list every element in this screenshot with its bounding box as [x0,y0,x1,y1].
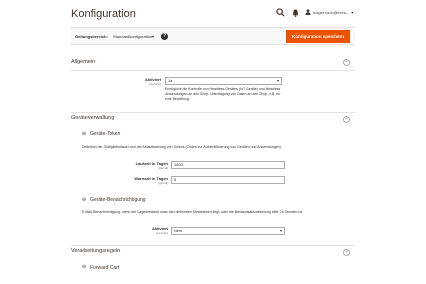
group-description: Definition der Gültigkeitsdauer und der … [82,145,282,149]
collapse-icon[interactable]: − [343,249,350,256]
field-note: Ermöglicht die Kontrolle von Headless-Ge… [165,87,281,101]
scope-label: Geltungsbereich: [75,34,108,39]
help-icon[interactable]: ? [161,33,168,40]
select-value: Ja [168,78,173,83]
user-icon [305,9,311,15]
bell-icon[interactable] [292,9,299,17]
group-title-geraete-token[interactable]: Geräte-Token [90,131,120,137]
search-icon[interactable] [276,8,285,17]
aktiviert-select[interactable]: Ja ▾ [165,77,282,85]
section-divider [71,112,355,113]
page-header: Konfiguration holger.koch@eccu... ▾ [0,0,426,28]
chevron-down-icon: ▾ [276,78,279,83]
warnzeit-input[interactable]: 5 [171,176,285,184]
chevron-down-icon[interactable]: ▾ [152,34,154,39]
user-name: holger.koch@eccu... [313,9,350,15]
field-scope: [global] [158,181,168,185]
chevron-down-icon: ▾ [279,228,282,233]
section-title-verarbeitungsregeln[interactable]: Verarbeitungsregeln [71,248,120,254]
page-title: Konfiguration [71,8,136,20]
field-scope: [global] [158,166,168,170]
benachrichtigung-select[interactable]: Nein ▾ [171,227,285,235]
select-value: Nein [174,228,183,233]
save-config-button[interactable]: Konfiguration speichern [286,30,350,43]
group-collapse-icon[interactable]: ⊖ [82,264,86,270]
collapse-icon[interactable]: − [343,59,350,66]
group-description: E-Mail-Benachrichtigung, wenn der Lagerb… [82,210,304,214]
scope-switcher[interactable]: Standardkonfiguration [113,34,152,39]
section-divider [71,70,355,71]
chevron-down-icon: ▾ [351,9,354,15]
group-title-geraete-benachrichtigung[interactable]: Geräte-Benachrichtigung [90,197,146,203]
laufzeit-input[interactable]: 1800 [171,161,285,169]
collapse-icon[interactable]: − [343,116,350,123]
section-title-geraeteverwaltung[interactable]: Geräteverwaltung [71,115,114,121]
field-scope: [website] [156,231,168,235]
group-title-forward-cart[interactable]: Forward Cart [90,265,119,271]
user-menu[interactable]: holger.koch@eccu... ▾ [305,9,353,15]
section-divider [71,245,355,246]
section-title-allgemein[interactable]: Allgemein [71,59,95,65]
group-collapse-icon[interactable]: ⊖ [82,131,86,137]
group-collapse-icon[interactable]: ⊖ [82,197,86,203]
field-scope: [website] [149,82,161,86]
